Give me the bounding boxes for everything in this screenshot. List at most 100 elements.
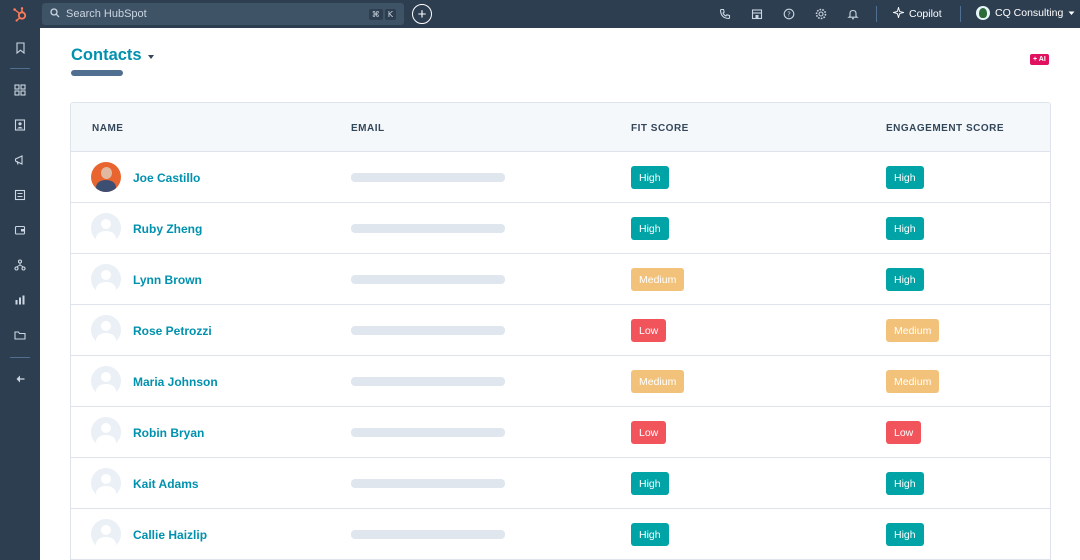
email-placeholder-bar: [351, 173, 505, 182]
settings-icon[interactable]: [813, 6, 829, 22]
workspaces-icon[interactable]: [12, 82, 28, 98]
email-placeholder-bar: [351, 377, 505, 386]
avatar-body: [96, 537, 116, 549]
avatar-head: [101, 474, 111, 484]
phone-icon[interactable]: [717, 6, 733, 22]
fit-score-badge: High: [631, 166, 669, 189]
fit-score-badge: Medium: [631, 268, 685, 291]
table-row[interactable]: Lynn Brown Medium High: [71, 254, 1050, 305]
page-title: Contacts: [71, 46, 142, 64]
svg-text:?: ?: [787, 10, 791, 18]
contact-name-link[interactable]: Kait Adams: [133, 477, 199, 491]
avatar-head: [101, 167, 112, 179]
fit-score-badge: High: [631, 523, 669, 546]
main-content: Contacts + AI NAME EMAIL FIT SCORE ENGAG…: [40, 28, 1080, 560]
table-row[interactable]: Robin Bryan Low Low: [71, 407, 1050, 458]
engagement-score-badge: Low: [886, 421, 922, 444]
contact-name-link[interactable]: Maria Johnson: [133, 375, 218, 389]
left-sidebar: [0, 28, 40, 560]
table-row[interactable]: Callie Haizlip High High: [71, 509, 1050, 560]
avatar-body: [96, 180, 116, 192]
contact-name-link[interactable]: Ruby Zheng: [133, 222, 202, 236]
table-row[interactable]: Rose Petrozzi Low Medium: [71, 305, 1050, 356]
contact-name-link[interactable]: Lynn Brown: [133, 273, 202, 287]
email-placeholder-bar: [351, 479, 505, 488]
sidebar-divider: [10, 357, 30, 358]
chevron-down-icon: [1068, 7, 1075, 19]
email-placeholder-bar: [351, 224, 505, 233]
content-icon[interactable]: [12, 187, 28, 203]
avatar: [91, 366, 121, 396]
engagement-score-badge: Medium: [886, 370, 940, 393]
fit-score-badge: High: [631, 217, 669, 240]
collapse-icon[interactable]: [12, 371, 28, 387]
account-name: CQ Consulting: [995, 7, 1064, 19]
avatar-body: [96, 486, 116, 498]
avatar-body: [96, 384, 116, 396]
top-nav-bar: Search HubSpot ⌘ K + ? Copilot CQ Consul…: [0, 0, 1080, 28]
column-header-name[interactable]: NAME: [92, 123, 123, 134]
email-placeholder-bar: [351, 428, 505, 437]
avatar-head: [101, 423, 111, 433]
table-row[interactable]: Joe Castillo High High: [71, 152, 1050, 203]
table-row[interactable]: Ruby Zheng High High: [71, 203, 1050, 254]
avatar: [91, 213, 121, 243]
avatar: [91, 519, 121, 549]
table-row[interactable]: Kait Adams High High: [71, 458, 1050, 509]
column-header-engagement-score[interactable]: ENGAGEMENT SCORE: [886, 123, 1004, 134]
bookmark-icon[interactable]: [12, 40, 28, 56]
title-underline: [71, 70, 123, 76]
search-icon: [50, 5, 60, 23]
avatar-head: [101, 372, 111, 382]
column-header-fit-score[interactable]: FIT SCORE: [631, 123, 689, 134]
commerce-icon[interactable]: [12, 222, 28, 238]
avatar-head: [101, 525, 111, 535]
topbar-divider: [876, 6, 877, 22]
create-new-button[interactable]: +: [412, 4, 432, 24]
shortcut-key-k: K: [384, 8, 396, 20]
email-placeholder-bar: [351, 530, 505, 539]
copilot-label: Copilot: [909, 8, 942, 20]
engagement-score-badge: Medium: [886, 319, 940, 342]
search-placeholder: Search HubSpot: [66, 8, 147, 20]
notifications-icon[interactable]: [845, 6, 861, 22]
library-icon[interactable]: [12, 327, 28, 343]
hubspot-logo-icon[interactable]: [0, 0, 40, 28]
avatar: [91, 417, 121, 447]
fit-score-badge: Low: [631, 319, 667, 342]
contact-name-link[interactable]: Joe Castillo: [133, 171, 200, 185]
avatar: [91, 315, 121, 345]
marketing-icon[interactable]: [12, 152, 28, 168]
copilot-button[interactable]: Copilot: [891, 5, 942, 21]
engagement-score-badge: High: [886, 217, 924, 240]
contact-name-link[interactable]: Robin Bryan: [133, 426, 204, 440]
contacts-table: NAME EMAIL FIT SCORE ENGAGEMENT SCORE Jo…: [70, 102, 1051, 560]
sparkle-icon: [891, 5, 906, 21]
marketplace-icon[interactable]: [749, 6, 765, 22]
avatar: [91, 162, 121, 192]
account-menu[interactable]: CQ Consulting: [976, 6, 1075, 20]
help-icon[interactable]: ?: [781, 6, 797, 22]
avatar-head: [101, 270, 111, 280]
automation-icon[interactable]: [12, 257, 28, 273]
contacts-icon[interactable]: [12, 117, 28, 133]
contact-name-link[interactable]: Callie Haizlip: [133, 528, 207, 542]
engagement-score-badge: High: [886, 268, 924, 291]
avatar-body: [96, 282, 116, 294]
global-search-input[interactable]: Search HubSpot ⌘ K: [42, 3, 404, 25]
avatar: [91, 264, 121, 294]
ai-badge[interactable]: + AI: [1030, 54, 1049, 65]
column-header-email[interactable]: EMAIL: [351, 123, 385, 134]
avatar-head: [101, 321, 111, 331]
contacts-view-selector[interactable]: Contacts: [71, 46, 154, 65]
avatar-body: [96, 231, 116, 243]
fit-score-badge: Medium: [631, 370, 685, 393]
reporting-icon[interactable]: [12, 292, 28, 308]
engagement-score-badge: High: [886, 166, 924, 189]
shortcut-key-cmd: ⌘: [368, 8, 383, 20]
contact-name-link[interactable]: Rose Petrozzi: [133, 324, 212, 338]
table-row[interactable]: Maria Johnson Medium Medium: [71, 356, 1050, 407]
topbar-divider: [960, 6, 961, 22]
table-header: NAME EMAIL FIT SCORE ENGAGEMENT SCORE: [71, 103, 1050, 152]
avatar-body: [96, 435, 116, 447]
